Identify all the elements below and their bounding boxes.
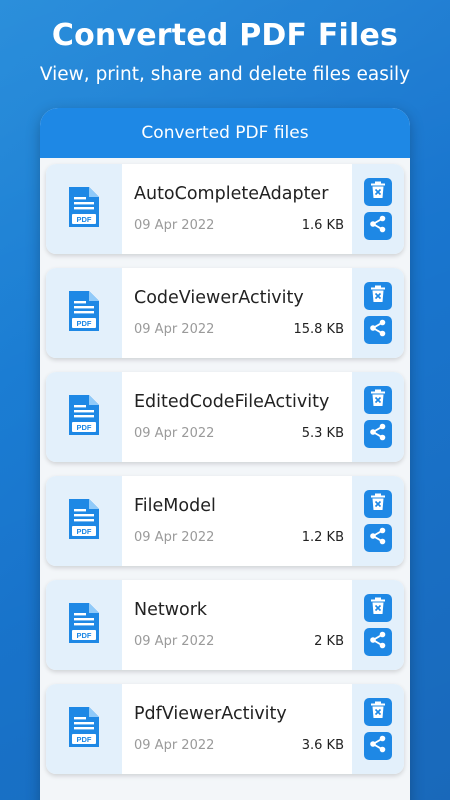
share-button[interactable] (364, 628, 392, 656)
file-name: EditedCodeFileActivity (134, 392, 330, 412)
file-size: 15.8 KB (293, 322, 344, 337)
delete-button[interactable] (364, 594, 392, 622)
file-list: PDF AutoCompleteAdapter 09 Apr 2022 1.6 … (40, 158, 410, 774)
file-size: 1.2 KB (301, 530, 344, 545)
file-actions (352, 164, 404, 254)
file-size: 2 KB (314, 634, 344, 649)
file-meta: 09 Apr 2022 15.8 KB (134, 322, 344, 337)
pdf-file-icon: PDF (67, 705, 101, 754)
delete-button[interactable] (364, 386, 392, 414)
delete-icon (370, 285, 386, 308)
share-icon (369, 423, 387, 446)
delete-icon (370, 493, 386, 516)
svg-text:PDF: PDF (77, 423, 92, 432)
file-thumbnail: PDF (46, 268, 122, 358)
file-card[interactable]: PDF AutoCompleteAdapter 09 Apr 2022 1.6 … (46, 164, 404, 254)
share-button[interactable] (364, 524, 392, 552)
file-date: 09 Apr 2022 (134, 426, 215, 441)
phone-screen: Converted PDF files PDF AutoCompleteAdap… (40, 108, 410, 800)
file-info: FileModel 09 Apr 2022 1.2 KB (122, 476, 352, 566)
svg-text:PDF: PDF (77, 631, 92, 640)
svg-text:PDF: PDF (77, 215, 92, 224)
pdf-file-icon: PDF (67, 601, 101, 650)
file-actions (352, 580, 404, 670)
delete-button[interactable] (364, 178, 392, 206)
file-thumbnail: PDF (46, 476, 122, 566)
app-title: Converted PDF files (141, 123, 309, 143)
file-date: 09 Apr 2022 (134, 530, 215, 545)
file-date: 09 Apr 2022 (134, 634, 215, 649)
svg-text:PDF: PDF (77, 527, 92, 536)
share-icon (369, 215, 387, 238)
share-icon (369, 527, 387, 550)
file-actions (352, 268, 404, 358)
file-meta: 09 Apr 2022 5.3 KB (134, 426, 344, 441)
pdf-file-icon: PDF (67, 393, 101, 442)
svg-text:PDF: PDF (77, 735, 92, 744)
delete-button[interactable] (364, 282, 392, 310)
file-info: PdfViewerActivity 09 Apr 2022 3.6 KB (122, 684, 352, 774)
file-actions (352, 684, 404, 774)
file-date: 09 Apr 2022 (134, 322, 215, 337)
file-meta: 09 Apr 2022 3.6 KB (134, 738, 344, 753)
file-meta: 09 Apr 2022 1.6 KB (134, 218, 344, 233)
share-icon (369, 631, 387, 654)
file-size: 1.6 KB (301, 218, 344, 233)
file-name: CodeViewerActivity (134, 288, 304, 308)
file-thumbnail: PDF (46, 372, 122, 462)
file-thumbnail: PDF (46, 580, 122, 670)
file-thumbnail: PDF (46, 164, 122, 254)
delete-button[interactable] (364, 698, 392, 726)
file-name: PdfViewerActivity (134, 704, 287, 724)
delete-icon (370, 701, 386, 724)
share-button[interactable] (364, 732, 392, 760)
file-date: 09 Apr 2022 (134, 218, 215, 233)
promo-title: Converted PDF Files (51, 18, 399, 53)
file-info: CodeViewerActivity 09 Apr 2022 15.8 KB (122, 268, 352, 358)
delete-icon (370, 389, 386, 412)
file-info: Network 09 Apr 2022 2 KB (122, 580, 352, 670)
share-button[interactable] (364, 316, 392, 344)
file-actions (352, 372, 404, 462)
file-info: EditedCodeFileActivity 09 Apr 2022 5.3 K… (122, 372, 352, 462)
share-icon (369, 735, 387, 758)
share-icon (369, 319, 387, 342)
file-card[interactable]: PDF CodeViewerActivity 09 Apr 2022 15.8 … (46, 268, 404, 358)
file-name: Network (134, 600, 208, 620)
file-date: 09 Apr 2022 (134, 738, 215, 753)
file-meta: 09 Apr 2022 1.2 KB (134, 530, 344, 545)
file-thumbnail: PDF (46, 684, 122, 774)
share-button[interactable] (364, 212, 392, 240)
app-bar: Converted PDF files (40, 108, 410, 158)
delete-icon (370, 597, 386, 620)
pdf-file-icon: PDF (67, 497, 101, 546)
pdf-file-icon: PDF (67, 289, 101, 338)
share-button[interactable] (364, 420, 392, 448)
file-actions (352, 476, 404, 566)
file-name: AutoCompleteAdapter (134, 184, 329, 204)
file-info: AutoCompleteAdapter 09 Apr 2022 1.6 KB (122, 164, 352, 254)
file-size: 3.6 KB (301, 738, 344, 753)
pdf-file-icon: PDF (67, 185, 101, 234)
file-card[interactable]: PDF EditedCodeFileActivity 09 Apr 2022 5… (46, 372, 404, 462)
delete-button[interactable] (364, 490, 392, 518)
promo-subtitle: View, print, share and delete files easi… (39, 64, 411, 85)
file-card[interactable]: PDF PdfViewerActivity 09 Apr 2022 3.6 KB (46, 684, 404, 774)
file-name: FileModel (134, 496, 216, 516)
file-size: 5.3 KB (301, 426, 344, 441)
svg-text:PDF: PDF (77, 319, 92, 328)
file-card[interactable]: PDF Network 09 Apr 2022 2 KB (46, 580, 404, 670)
file-meta: 09 Apr 2022 2 KB (134, 634, 344, 649)
delete-icon (370, 181, 386, 204)
file-card[interactable]: PDF FileModel 09 Apr 2022 1.2 KB (46, 476, 404, 566)
